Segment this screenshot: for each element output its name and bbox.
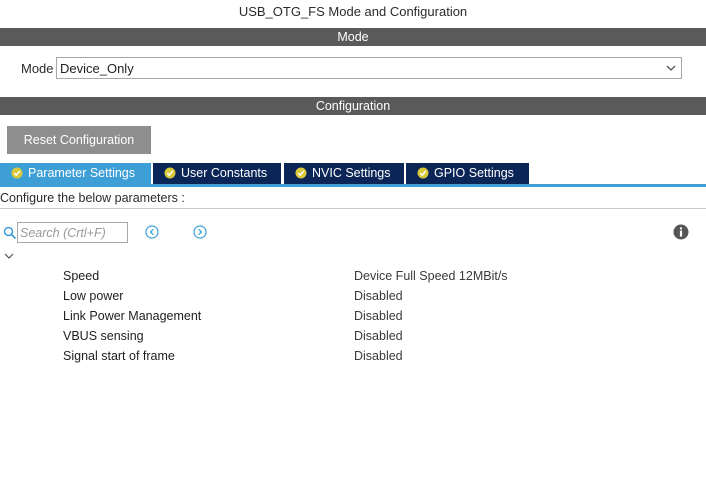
configure-instructions: Configure the below parameters : — [0, 191, 185, 205]
param-value[interactable]: Disabled — [354, 329, 403, 343]
param-name: Speed — [63, 269, 100, 283]
param-value[interactable]: Disabled — [354, 349, 403, 363]
divider — [0, 208, 706, 209]
window-title: USB_OTG_FS Mode and Configuration — [238, 4, 468, 19]
mode-label: Mode — [21, 61, 54, 76]
info-icon[interactable] — [673, 224, 689, 240]
param-row-low-power[interactable]: Low power Disabled — [0, 286, 706, 306]
param-row-vbus-sensing[interactable]: VBUS sensing Disabled — [0, 326, 706, 346]
tab-gpio-settings[interactable]: GPIO Settings — [406, 163, 529, 184]
param-name: VBUS sensing — [63, 329, 144, 343]
search-icon — [3, 226, 17, 240]
parameter-list: Speed Device Full Speed 12MBit/s Low pow… — [0, 266, 706, 366]
collapse-chevron-down-icon[interactable] — [3, 251, 15, 261]
configuration-section-header: Configuration — [0, 97, 706, 115]
arrow-right-circle-icon[interactable] — [193, 225, 207, 239]
search-input[interactable] — [17, 222, 128, 243]
check-circle-icon — [417, 167, 429, 179]
param-row-signal-start-of-frame[interactable]: Signal start of frame Disabled — [0, 346, 706, 366]
tab-label: User Constants — [181, 166, 268, 180]
param-value[interactable]: Disabled — [354, 289, 403, 303]
tab-label: Parameter Settings — [28, 166, 135, 180]
tab-user-constants[interactable]: User Constants — [153, 163, 281, 184]
param-name: Signal start of frame — [63, 349, 175, 363]
tab-label: NVIC Settings — [312, 166, 391, 180]
tab-parameter-settings[interactable]: Parameter Settings — [0, 163, 151, 184]
mode-select[interactable]: Device_Only — [56, 57, 682, 79]
tab-nvic-settings[interactable]: NVIC Settings — [284, 163, 404, 184]
tab-underline — [0, 184, 706, 187]
param-row-speed[interactable]: Speed Device Full Speed 12MBit/s — [0, 266, 706, 286]
mode-select-value: Device_Only — [60, 61, 134, 76]
param-value[interactable]: Device Full Speed 12MBit/s — [354, 269, 508, 283]
param-row-link-power-management[interactable]: Link Power Management Disabled — [0, 306, 706, 326]
usb-otg-fs-config-panel: USB_OTG_FS Mode and Configuration Mode M… — [0, 0, 706, 495]
param-name: Low power — [63, 289, 124, 303]
reset-configuration-button[interactable]: Reset Configuration — [7, 126, 151, 154]
param-name: Link Power Management — [63, 309, 202, 323]
chevron-down-icon — [666, 65, 676, 71]
param-value[interactable]: Disabled — [354, 309, 403, 323]
check-circle-icon — [11, 167, 23, 179]
tab-label: GPIO Settings — [434, 166, 514, 180]
check-circle-icon — [295, 167, 307, 179]
arrow-left-circle-icon[interactable] — [145, 225, 159, 239]
mode-section-header: Mode — [0, 28, 706, 46]
check-circle-icon — [164, 167, 176, 179]
